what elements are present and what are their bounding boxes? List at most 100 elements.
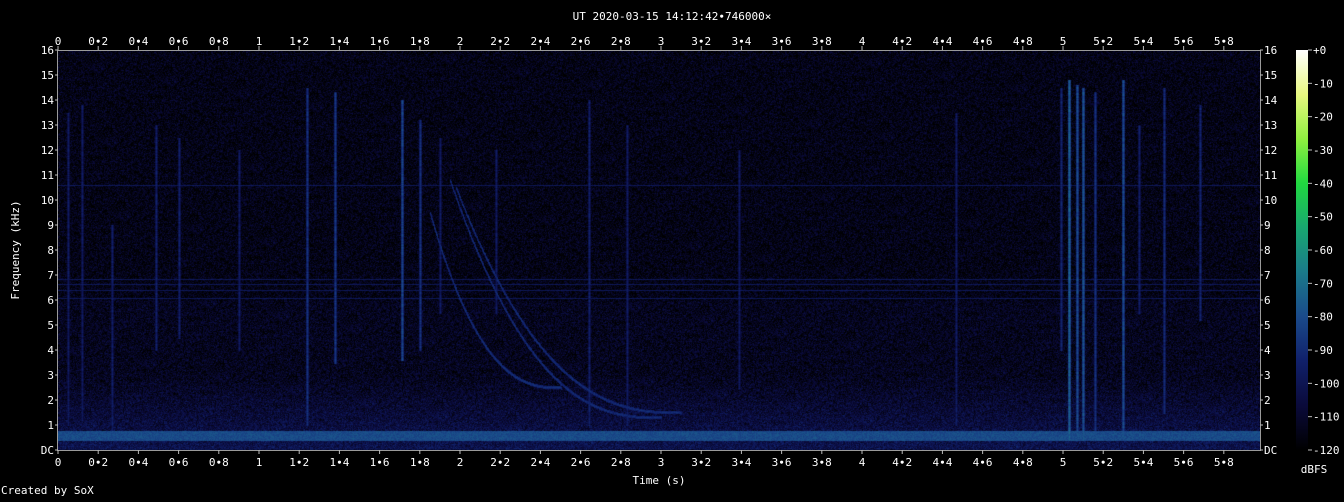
y-tick-label-right: 11 [1264,169,1277,182]
colorbar-tick-label: -10 [1313,77,1333,90]
x-tick-label-bottom: 2 [457,456,464,469]
y-tick-label-right: 12 [1264,144,1277,157]
y-tick-label-left: 16 [41,44,54,57]
x-tick-label-top: 3∙2 [691,35,711,48]
spectrogram-chart: UT 2020-03-15 14:12:42∙746000× 0 0 0∙2 0∙2 0… [9,10,1340,487]
x-tick-label-top: 5∙8 [1214,35,1234,48]
x-tick-label-bottom: 5∙8 [1214,456,1234,469]
y-tick-label-right: 14 [1264,94,1278,107]
x-tick-label-bottom: 3∙8 [812,456,832,469]
x-tick-label-top: 4∙2 [892,35,912,48]
credit-text: Created by SoX [1,484,94,497]
x-tick-label-bottom: 2∙8 [611,456,631,469]
y-tick-label-left: 7 [47,269,54,282]
spectrogram-image [58,50,1260,451]
colorbar-tick-label: +0 [1313,44,1326,57]
x-tick-label-top: 0∙2 [88,35,108,48]
x-tick-label-top: 4∙8 [1013,35,1033,48]
x-tick-label-top: 1 [256,35,263,48]
x-tick-label-bottom: 3∙6 [772,456,792,469]
y-tick-label-left: 8 [47,244,54,257]
y-tick-label-left: 13 [41,119,54,132]
y-tick-label-right: 6 [1264,294,1271,307]
chart-title: UT 2020-03-15 14:12:42∙746000× [573,10,772,23]
y-tick-label-right: 4 [1264,344,1271,357]
x-tick-label-top: 0∙8 [209,35,229,48]
x-tick-label-top: 2∙6 [571,35,591,48]
x-tick-label-bottom: 2∙2 [490,456,510,469]
x-tick-label-top: 1∙8 [410,35,430,48]
x-tick-label-top: 3∙6 [772,35,792,48]
x-tick-label-top: 2∙2 [490,35,510,48]
x-tick-label-bottom: 1∙8 [410,456,430,469]
y-tick-label-left: 12 [41,144,54,157]
colorbar-tick-label: -60 [1313,244,1333,257]
colorbar-tick-label: -20 [1313,111,1333,124]
spectrogram-canvas-holder [58,50,1260,451]
y-tick-label-left: 9 [47,219,54,232]
x-tick-label-top: 1∙2 [289,35,309,48]
x-tick-label-top: 3∙8 [812,35,832,48]
x-tick-label-top: 2∙4 [530,35,550,48]
x-tick-label-top: 5∙4 [1133,35,1153,48]
x-tick-label-bottom: 5∙4 [1133,456,1153,469]
y-tick-label-right: 8 [1264,244,1271,257]
x-tick-label-top: 0∙4 [128,35,148,48]
x-tick-label-top: 0 [55,35,62,48]
x-tick-label-bottom: 1∙4 [329,456,349,469]
x-tick-label-top: 3∙4 [731,35,751,48]
colorbar-tick-label: -120 [1313,444,1340,457]
x-tick-label-bottom: 3 [658,456,665,469]
y-tick-label-left: DC [41,444,54,457]
y-tick-label-right: 16 [1264,44,1277,57]
colorbar-tick-label: -100 [1313,377,1340,390]
x-tick-label-top: 2∙8 [611,35,631,48]
x-tick-label-bottom: 0∙6 [169,456,189,469]
x-tick-label-bottom: 5 [1060,456,1067,469]
x-tick-label-bottom: 3∙4 [731,456,751,469]
colorbar [1296,50,1308,450]
x-tick-label-bottom: 0∙2 [88,456,108,469]
x-tick-label-top: 1∙6 [370,35,390,48]
y-tick-label-right: DC [1264,444,1277,457]
y-tick-label-right: 1 [1264,419,1271,432]
y-tick-label-right: 15 [1264,69,1277,82]
x-tick-label-bottom: 0 [55,456,62,469]
x-tick-label-bottom: 3∙2 [691,456,711,469]
x-tick-label-bottom: 1 [256,456,263,469]
y-tick-label-left: 1 [47,419,54,432]
colorbar-tick-label: -30 [1313,144,1333,157]
y-tick-label-right: 9 [1264,219,1271,232]
y-tick-label-left: 6 [47,294,54,307]
y-tick-label-right: 5 [1264,319,1271,332]
x-tick-label-bottom: 5∙2 [1093,456,1113,469]
y-tick-label-right: 13 [1264,119,1277,132]
x-tick-label-bottom: 1∙6 [370,456,390,469]
x-tick-label-top: 5∙2 [1093,35,1113,48]
x-tick-label-top: 3 [658,35,665,48]
colorbar-tick-label: -70 [1313,277,1333,290]
colorbar-label: dBFS [1301,463,1328,476]
x-tick-label-top: 5∙6 [1174,35,1194,48]
x-tick-label-top: 4 [859,35,866,48]
x-tick-label-top: 4∙4 [932,35,952,48]
y-tick-label-left: 2 [47,394,54,407]
x-tick-label-bottom: 4∙8 [1013,456,1033,469]
y-axis-label: Frequency (kHz) [9,200,22,299]
y-tick-label-left: 3 [47,369,54,382]
x-tick-label-bottom: 4∙6 [973,456,993,469]
x-tick-label-top: 5 [1060,35,1067,48]
x-tick-label-bottom: 4 [859,456,866,469]
x-tick-label-bottom: 2∙4 [530,456,550,469]
x-tick-label-top: 2 [457,35,464,48]
colorbar-tick-label: -50 [1313,211,1333,224]
y-tick-label-left: 5 [47,319,54,332]
x-tick-label-bottom: 1∙2 [289,456,309,469]
y-tick-label-left: 4 [47,344,54,357]
colorbar-tick-label: -80 [1313,311,1333,324]
x-tick-label-bottom: 2∙6 [571,456,591,469]
colorbar-tick-label: -40 [1313,177,1333,190]
y-tick-label-right: 3 [1264,369,1271,382]
y-tick-label-left: 11 [41,169,54,182]
x-tick-label-top: 0∙6 [169,35,189,48]
